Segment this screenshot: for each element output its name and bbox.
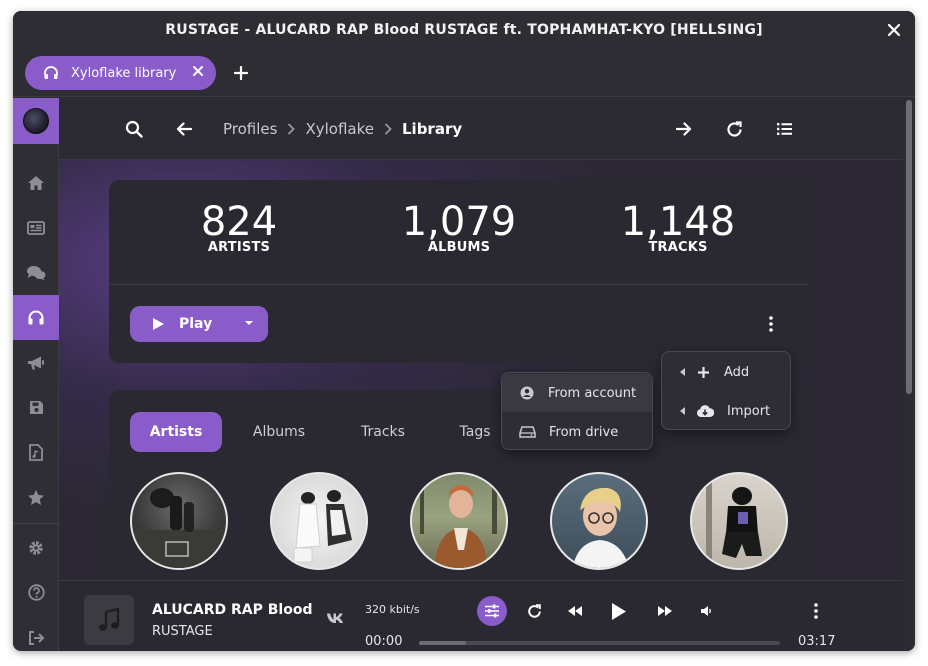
player-more-icon[interactable] — [801, 596, 831, 626]
forward-arrow-icon[interactable] — [671, 116, 697, 142]
music-note-icon — [84, 595, 134, 645]
menu-item-label: Import — [727, 403, 771, 419]
tab-bar: Xyloflake library — [13, 49, 915, 97]
stat-tracks: 1,148 TRACKS — [578, 198, 778, 255]
refresh-icon[interactable] — [721, 116, 747, 142]
back-arrow-icon[interactable] — [171, 116, 197, 142]
stats-card: 824 ARTISTS 1,079 ALBUMS 1,148 TRACKS Pl… — [109, 180, 809, 363]
plus-icon — [697, 366, 710, 379]
stat-value: 824 — [200, 199, 278, 245]
file-music-icon[interactable] — [13, 430, 59, 475]
vk-icon[interactable] — [326, 612, 344, 626]
list-icon[interactable] — [771, 116, 797, 142]
account-icon — [520, 386, 534, 400]
close-window-icon[interactable] — [885, 21, 903, 39]
volume-icon[interactable] — [691, 596, 721, 626]
feed-icon[interactable] — [13, 205, 59, 250]
title-bar: RUSTAGE - ALUCARD RAP Blood RUSTAGE ft. … — [13, 11, 915, 49]
repeat-icon[interactable] — [519, 596, 549, 626]
breadcrumb-current: Library — [402, 120, 463, 138]
chat-icon[interactable] — [13, 250, 59, 295]
tab-albums[interactable]: Albums — [236, 412, 322, 452]
play-button[interactable]: Play — [130, 306, 268, 342]
next-track-icon[interactable] — [650, 596, 680, 626]
cloud-download-icon — [696, 404, 714, 418]
progress-fill — [419, 641, 466, 645]
stat-label: TRACKS — [648, 240, 708, 255]
artist-avatar[interactable] — [270, 472, 368, 570]
artist-avatar[interactable] — [550, 472, 648, 570]
card-divider — [109, 284, 809, 285]
logout-icon[interactable] — [13, 615, 59, 651]
settings-gear-icon[interactable] — [13, 525, 59, 570]
player-bar: ALUCARD RAP Blood RUSTAGE RUSTAGE 320 kb… — [59, 580, 903, 651]
menu-item-label: From drive — [549, 424, 619, 440]
sidebar-divider — [13, 523, 59, 524]
new-tab-plus-icon[interactable] — [231, 63, 251, 83]
tab-close-icon[interactable] — [192, 65, 204, 77]
tab-tags[interactable]: Tags — [445, 412, 505, 452]
stat-label: ALBUMS — [427, 240, 491, 255]
source-menu: From account From drive — [501, 372, 653, 450]
chevron-right-icon — [384, 123, 392, 135]
play-button-label: Play — [179, 316, 213, 332]
headphones-icon — [43, 65, 59, 81]
app-window: RUSTAGE - ALUCARD RAP Blood RUSTAGE ft. … — [13, 11, 915, 651]
breadcrumb-profiles[interactable]: Profiles — [223, 120, 277, 138]
artist-avatar[interactable] — [690, 472, 788, 570]
stat-artists: 824 ARTISTS — [139, 198, 339, 255]
tab-tracks[interactable]: Tracks — [341, 412, 425, 452]
home-icon[interactable] — [13, 160, 59, 205]
menu-item-import[interactable]: Import — [662, 392, 790, 430]
save-icon[interactable] — [13, 385, 59, 430]
tab-label: Xyloflake library — [71, 65, 177, 81]
track-duration: 03:17 — [798, 634, 836, 649]
scrollbar-thumb[interactable] — [906, 100, 912, 394]
stat-albums: 1,079 ALBUMS — [359, 198, 559, 255]
play-track-icon[interactable] — [604, 596, 634, 626]
chevron-right-icon — [287, 123, 296, 135]
breadcrumb-xyloflake[interactable]: Xyloflake — [305, 120, 374, 138]
stat-value: 1,079 — [401, 199, 517, 245]
menu-item-from-account[interactable]: From account — [502, 374, 652, 412]
megaphone-icon[interactable] — [13, 340, 59, 385]
navigation-bar: Profiles Xyloflake Library — [59, 98, 903, 160]
add-menu: Add Import — [661, 351, 791, 430]
more-options-icon[interactable] — [761, 312, 781, 336]
elapsed-time: 00:00 — [365, 634, 403, 649]
menu-item-label: Add — [724, 364, 750, 380]
equalizer-icon[interactable] — [477, 596, 507, 626]
star-icon[interactable] — [13, 475, 59, 520]
artist-avatar[interactable] — [130, 472, 228, 570]
artist-avatar[interactable] — [410, 472, 508, 570]
main-content: Profiles Xyloflake Library 824 ARTISTS 1… — [59, 98, 903, 651]
sidebar — [13, 98, 59, 651]
profile-avatar[interactable] — [13, 98, 59, 144]
library-headphones-icon[interactable] — [13, 295, 59, 340]
tab-library[interactable]: Xyloflake library — [25, 56, 216, 90]
track-artist[interactable]: RUSTAGE — [152, 624, 213, 639]
menu-item-label: From account — [548, 385, 637, 401]
submenu-caret-icon — [680, 407, 685, 415]
track-title: ALUCARD RAP Blood RUSTAGE — [152, 602, 314, 618]
scrollbar[interactable] — [903, 98, 915, 651]
submenu-caret-icon — [680, 368, 685, 376]
stat-label: ARTISTS — [207, 240, 271, 255]
breadcrumb: Profiles Xyloflake Library — [223, 116, 462, 142]
progress-bar[interactable] — [419, 641, 780, 645]
menu-item-add[interactable]: Add — [662, 353, 790, 391]
search-icon[interactable] — [121, 116, 147, 142]
previous-track-icon[interactable] — [560, 596, 590, 626]
stat-value: 1,148 — [620, 199, 736, 245]
help-icon[interactable] — [13, 570, 59, 615]
play-dropdown-caret-icon[interactable] — [244, 320, 254, 326]
tab-artists[interactable]: Artists — [130, 412, 222, 452]
drive-icon — [519, 426, 536, 438]
bitrate-label: 320 kbit/s — [365, 603, 420, 616]
window-title: RUSTAGE - ALUCARD RAP Blood RUSTAGE ft. … — [165, 22, 763, 38]
menu-item-from-drive[interactable]: From drive — [502, 413, 652, 451]
play-icon — [152, 317, 165, 331]
